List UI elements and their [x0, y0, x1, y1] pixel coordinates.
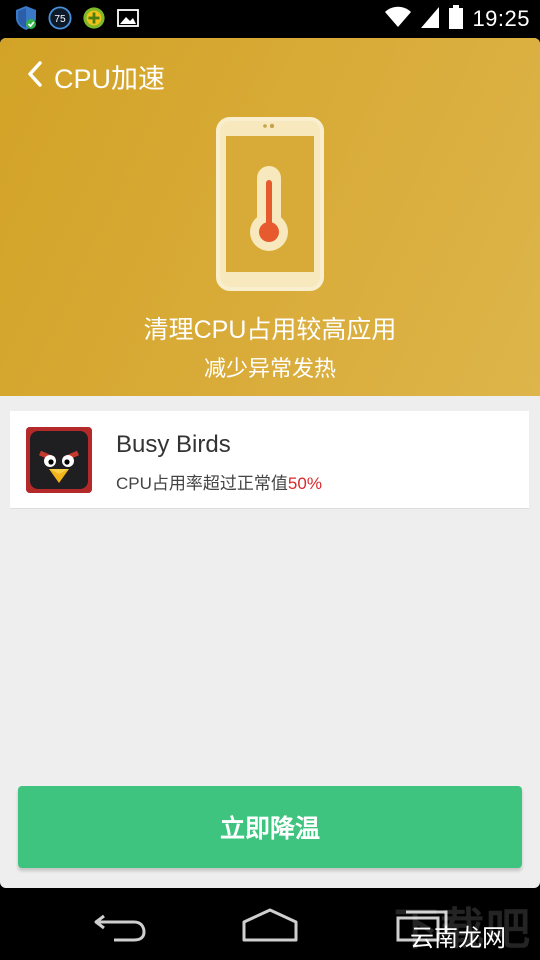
- system-status: 19:25: [384, 4, 530, 34]
- app-name: Busy Birds: [116, 431, 231, 458]
- signal-icon: [420, 5, 440, 33]
- notification-icons: 75: [14, 6, 140, 30]
- cool-down-button[interactable]: 立即降温: [18, 786, 522, 868]
- hero-title: 清理CPU占用较高应用: [143, 316, 397, 344]
- angry-bird-icon: [26, 427, 92, 493]
- usage-percent: 50%: [287, 474, 322, 493]
- battery-icon: [448, 4, 464, 34]
- image-icon: [116, 6, 140, 30]
- app-cpu-usage: CPU占用率超过正常值50%: [116, 469, 322, 494]
- app-list-item[interactable]: Busy Birds CPU占用率超过正常值50%: [10, 411, 529, 509]
- hero-banner: CPU加速 清理CPU占用较高应用 减少异常发热: [0, 38, 540, 396]
- back-button[interactable]: CPU加速: [26, 56, 165, 96]
- back-arrow-icon[interactable]: [90, 906, 150, 946]
- watermark-text: 云南龙网: [410, 925, 506, 952]
- chevron-left-icon: [26, 60, 44, 92]
- hero-subtitle: 减少异常发热: [203, 356, 336, 381]
- status-bar: 75 19:25: [0, 0, 540, 38]
- wifi-icon: [384, 6, 412, 32]
- plus-circle-icon: [82, 6, 106, 30]
- phone-thermometer-icon: [215, 116, 325, 292]
- clock: 19:25: [472, 6, 530, 31]
- shield-check-icon: [14, 6, 38, 30]
- badge-75-icon: 75: [48, 6, 72, 30]
- home-icon[interactable]: [240, 906, 300, 946]
- usage-label: CPU占用率超过正常值: [116, 474, 288, 493]
- page-title: CPU加速: [54, 63, 166, 94]
- cpu-boost-screen: CPU加速 清理CPU占用较高应用 减少异常发热 Busy Birds CPU占…: [0, 38, 540, 888]
- badge-number: 75: [54, 14, 66, 25]
